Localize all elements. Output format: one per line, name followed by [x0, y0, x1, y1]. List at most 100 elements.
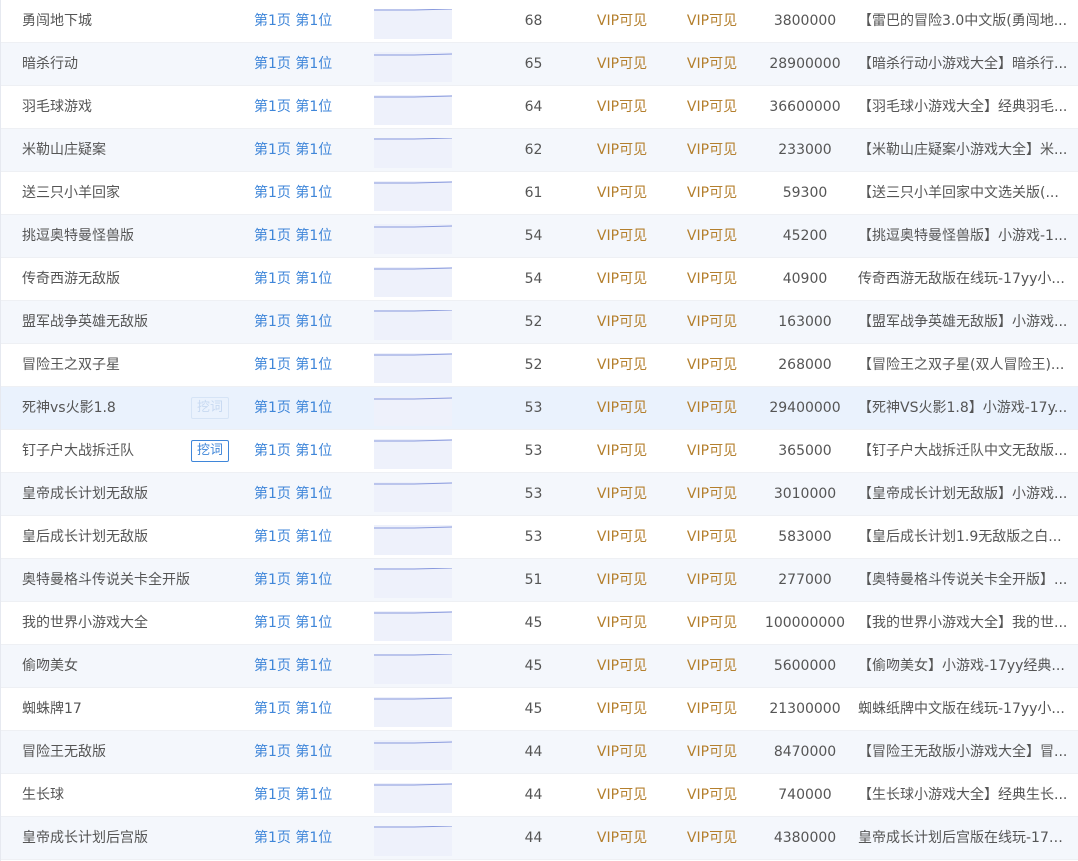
keyword-cell[interactable]: 盟军战争英雄无敌版	[22, 301, 190, 343]
page-title-cell[interactable]: 【雷巴的冒险3.0中文版(勇闯地...	[858, 0, 1068, 42]
index-cell: 52	[524, 357, 543, 373]
page-title-cell[interactable]: 【暗杀行动小游戏大全】暗杀行...	[858, 43, 1068, 85]
rank-link[interactable]: 第1页 第1位	[254, 817, 354, 859]
table-row[interactable]: 冒险王之双子星 挖词 第1页 第1位 52 VIP可见 VIP可见 268000…	[1, 344, 1078, 387]
rank-link[interactable]: 第1页 第1位	[254, 0, 354, 42]
keyword-cell[interactable]: 皇后成长计划无敌版	[22, 516, 190, 558]
rank-link[interactable]: 第1页 第1位	[254, 172, 354, 214]
trend-line	[374, 826, 452, 828]
page-title-cell[interactable]: 【生长球小游戏大全】经典生长...	[858, 774, 1068, 816]
table-row[interactable]: 奥特曼格斗传说关卡全开版 挖词 第1页 第1位 51 VIP可见 VIP可见 2…	[1, 559, 1078, 602]
vip-cell-b: VIP可见	[686, 830, 738, 846]
keyword-cell[interactable]: 奥特曼格斗传说关卡全开版	[22, 559, 190, 601]
results-count-cell: 45200	[782, 228, 828, 244]
vip-cell-a: VIP可见	[596, 271, 648, 287]
table-row[interactable]: 挑逗奥特曼怪兽版 挖词 第1页 第1位 54 VIP可见 VIP可见 45200…	[1, 215, 1078, 258]
page-title-cell[interactable]: 【羽毛球小游戏大全】经典羽毛...	[858, 86, 1068, 128]
keyword-cell[interactable]: 勇闯地下城	[22, 0, 190, 42]
table-row[interactable]: 钉子户大战拆迁队 挖词 第1页 第1位 53 VIP可见 VIP可见 36500…	[1, 430, 1078, 473]
page-title-cell[interactable]: 【挑逗奥特曼怪兽版】小游戏-1...	[858, 215, 1068, 257]
results-count-cell: 100000000	[764, 615, 846, 631]
results-count-cell: 277000	[778, 572, 832, 588]
page-title-cell[interactable]: 【皇后成长计划1.9无敌版之白...	[858, 516, 1068, 558]
keyword-cell[interactable]: 皇帝成长计划后宫版	[22, 817, 190, 859]
rank-link[interactable]: 第1页 第1位	[254, 86, 354, 128]
table-row[interactable]: 死神vs火影1.8 挖词 第1页 第1位 53 VIP可见 VIP可见 2940…	[1, 387, 1078, 430]
rank-link[interactable]: 第1页 第1位	[254, 387, 354, 429]
rank-link[interactable]: 第1页 第1位	[254, 473, 354, 515]
table-row[interactable]: 传奇西游无敌版 挖词 第1页 第1位 54 VIP可见 VIP可见 40900 …	[1, 258, 1078, 301]
page-title-cell[interactable]: 【我的世界小游戏大全】我的世...	[858, 602, 1068, 644]
table-row[interactable]: 皇帝成长计划后宫版 挖词 第1页 第1位 44 VIP可见 VIP可见 4380…	[1, 817, 1078, 860]
rank-link[interactable]: 第1页 第1位	[254, 43, 354, 85]
vip-cell-b: VIP可见	[686, 744, 738, 760]
rank-link[interactable]: 第1页 第1位	[254, 301, 354, 343]
rank-link[interactable]: 第1页 第1位	[254, 731, 354, 773]
table-row[interactable]: 蜘蛛牌17 挖词 第1页 第1位 45 VIP可见 VIP可见 21300000…	[1, 688, 1078, 731]
keyword-cell[interactable]: 皇帝成长计划无敌版	[22, 473, 190, 515]
rank-link[interactable]: 第1页 第1位	[254, 258, 354, 300]
page-title-cell[interactable]: 【偷吻美女】小游戏-17yy经典...	[858, 645, 1068, 687]
keyword-cell[interactable]: 暗杀行动	[22, 43, 190, 85]
page-title-cell[interactable]: 【盟军战争英雄无敌版】小游戏...	[858, 301, 1068, 343]
keyword-cell[interactable]: 传奇西游无敌版	[22, 258, 190, 300]
table-row[interactable]: 暗杀行动 挖词 第1页 第1位 65 VIP可见 VIP可见 28900000 …	[1, 43, 1078, 86]
table-row[interactable]: 冒险王无敌版 挖词 第1页 第1位 44 VIP可见 VIP可见 8470000…	[1, 731, 1078, 774]
page-title-cell[interactable]: 蜘蛛纸牌中文版在线玩-17yy小...	[858, 688, 1068, 730]
vip-cell-b: VIP可见	[686, 615, 738, 631]
rank-link[interactable]: 第1页 第1位	[254, 129, 354, 171]
rank-link[interactable]: 第1页 第1位	[254, 688, 354, 730]
page-title-cell[interactable]: 【冒险王无敌版小游戏大全】冒...	[858, 731, 1068, 773]
table-row[interactable]: 我的世界小游戏大全 挖词 第1页 第1位 45 VIP可见 VIP可见 1000…	[1, 602, 1078, 645]
rank-link[interactable]: 第1页 第1位	[254, 645, 354, 687]
keyword-cell[interactable]: 蜘蛛牌17	[22, 688, 190, 730]
keyword-cell[interactable]: 生长球	[22, 774, 190, 816]
keyword-cell[interactable]: 冒险王之双子星	[22, 344, 190, 386]
page-title-cell[interactable]: 【米勒山庄疑案小游戏大全】米...	[858, 129, 1068, 171]
table-row[interactable]: 勇闯地下城 挖词 第1页 第1位 68 VIP可见 VIP可见 3800000 …	[1, 0, 1078, 43]
rank-link[interactable]: 第1页 第1位	[254, 559, 354, 601]
rank-link[interactable]: 第1页 第1位	[254, 602, 354, 644]
keyword-cell[interactable]: 我的世界小游戏大全	[22, 602, 190, 644]
page-title-cell[interactable]: 传奇西游无敌版在线玩-17yy小...	[858, 258, 1068, 300]
rank-link[interactable]: 第1页 第1位	[254, 344, 354, 386]
results-count-cell: 740000	[778, 787, 832, 803]
keyword-cell[interactable]: 冒险王无敌版	[22, 731, 190, 773]
table-row[interactable]: 送三只小羊回家 挖词 第1页 第1位 61 VIP可见 VIP可见 59300 …	[1, 172, 1078, 215]
dig-words-button[interactable]: 挖词	[191, 397, 229, 419]
rank-link[interactable]: 第1页 第1位	[254, 774, 354, 816]
table-row[interactable]: 皇后成长计划无敌版 挖词 第1页 第1位 53 VIP可见 VIP可见 5830…	[1, 516, 1078, 559]
page-title-cell[interactable]: 【钉子户大战拆迁队中文无敌版...	[858, 430, 1068, 472]
trend-sparkline	[374, 568, 452, 598]
rank-link[interactable]: 第1页 第1位	[254, 215, 354, 257]
vip-cell-b: VIP可见	[686, 400, 738, 416]
trend-line-chart	[374, 439, 452, 442]
page-title-cell[interactable]: 【死神VS火影1.8】小游戏-17y...	[858, 387, 1068, 429]
table-row[interactable]: 米勒山庄疑案 挖词 第1页 第1位 62 VIP可见 VIP可见 233000 …	[1, 129, 1078, 172]
keyword-cell[interactable]: 偷吻美女	[22, 645, 190, 687]
page-title-cell[interactable]: 【送三只小羊回家中文选关版(...	[858, 172, 1068, 214]
keyword-cell[interactable]: 死神vs火影1.8	[22, 387, 190, 429]
keyword-cell[interactable]: 米勒山庄疑案	[22, 129, 190, 171]
trend-sparkline	[374, 181, 452, 211]
page-title-cell[interactable]: 【冒险王之双子星(双人冒险王)...	[858, 344, 1068, 386]
vip-cell-a: VIP可见	[596, 486, 648, 502]
keyword-cell[interactable]: 钉子户大战拆迁队	[22, 430, 190, 472]
page-title-cell[interactable]: 【奥特曼格斗传说关卡全开版】...	[858, 559, 1068, 601]
table-row[interactable]: 偷吻美女 挖词 第1页 第1位 45 VIP可见 VIP可见 5600000 【…	[1, 645, 1078, 688]
trend-line	[374, 439, 452, 442]
table-row[interactable]: 盟军战争英雄无敌版 挖词 第1页 第1位 52 VIP可见 VIP可见 1630…	[1, 301, 1078, 344]
table-row[interactable]: 生长球 挖词 第1页 第1位 44 VIP可见 VIP可见 740000 【生长…	[1, 774, 1078, 817]
page-title-cell[interactable]: 【皇帝成长计划无敌版】小游戏...	[858, 473, 1068, 515]
page-title-cell[interactable]: 皇帝成长计划后宫版在线玩-17y...	[858, 817, 1068, 859]
table-row[interactable]: 皇帝成长计划无敌版 挖词 第1页 第1位 53 VIP可见 VIP可见 3010…	[1, 473, 1078, 516]
index-cell: 54	[524, 228, 543, 244]
trend-line-chart	[374, 310, 452, 312]
table-row[interactable]: 羽毛球游戏 挖词 第1页 第1位 64 VIP可见 VIP可见 36600000…	[1, 86, 1078, 129]
rank-link[interactable]: 第1页 第1位	[254, 516, 354, 558]
rank-link[interactable]: 第1页 第1位	[254, 430, 354, 472]
keyword-cell[interactable]: 挑逗奥特曼怪兽版	[22, 215, 190, 257]
keyword-cell[interactable]: 送三只小羊回家	[22, 172, 190, 214]
keyword-cell[interactable]: 羽毛球游戏	[22, 86, 190, 128]
dig-words-button[interactable]: 挖词	[191, 440, 229, 462]
